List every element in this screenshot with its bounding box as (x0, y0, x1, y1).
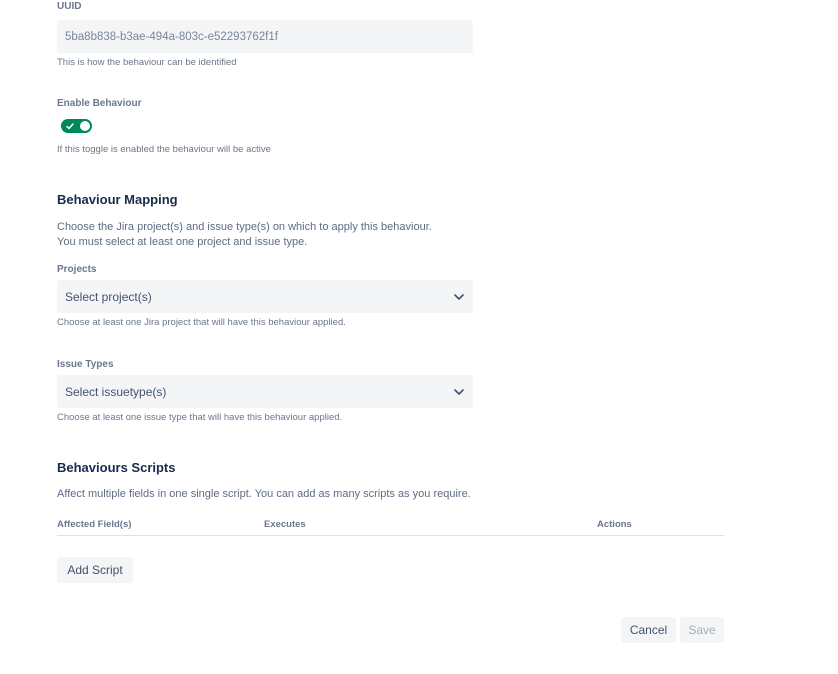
uuid-value: 5ba8b838-b3ae-494a-803c-e52293762f1f (65, 30, 278, 43)
issue-types-placeholder: Select issuetype(s) (65, 384, 167, 399)
toggle-knob (80, 121, 90, 131)
enable-behaviour-label: Enable Behaviour (57, 98, 142, 109)
issue-types-helper: Choose at least one issue type that will… (57, 412, 343, 423)
column-header-executes: Executes (264, 519, 306, 530)
behaviours-scripts-desc: Affect multiple fields in one single scr… (57, 488, 471, 500)
uuid-label: UUID (57, 1, 82, 12)
uuid-helper: This is how the behaviour can be identif… (57, 57, 237, 68)
projects-select[interactable]: Select project(s) (57, 280, 473, 313)
behaviour-mapping-desc-2: You must select at least one project and… (57, 236, 308, 248)
column-header-actions: Actions (597, 519, 632, 530)
projects-helper: Choose at least one Jira project that wi… (57, 317, 346, 328)
behaviour-mapping-desc-1: Choose the Jira project(s) and issue typ… (57, 221, 432, 233)
add-script-button[interactable]: Add Script (57, 557, 133, 583)
chevron-down-icon (453, 386, 465, 398)
issue-types-label: Issue Types (57, 359, 114, 370)
save-button[interactable]: Save (680, 617, 724, 643)
enable-behaviour-toggle[interactable] (61, 119, 92, 133)
issue-types-select[interactable]: Select issuetype(s) (57, 375, 473, 408)
check-icon (66, 122, 74, 130)
column-header-affected-fields: Affected Field(s) (57, 519, 132, 530)
behaviours-scripts-heading: Behaviours Scripts (57, 460, 176, 475)
projects-label: Projects (57, 264, 97, 275)
table-header-divider (57, 535, 724, 536)
projects-placeholder: Select project(s) (65, 289, 152, 304)
uuid-field[interactable]: 5ba8b838-b3ae-494a-803c-e52293762f1f (57, 20, 473, 53)
behaviour-mapping-heading: Behaviour Mapping (57, 192, 178, 207)
enable-behaviour-helper: If this toggle is enabled the behaviour … (57, 144, 271, 155)
cancel-button[interactable]: Cancel (621, 617, 676, 643)
chevron-down-icon (453, 291, 465, 303)
